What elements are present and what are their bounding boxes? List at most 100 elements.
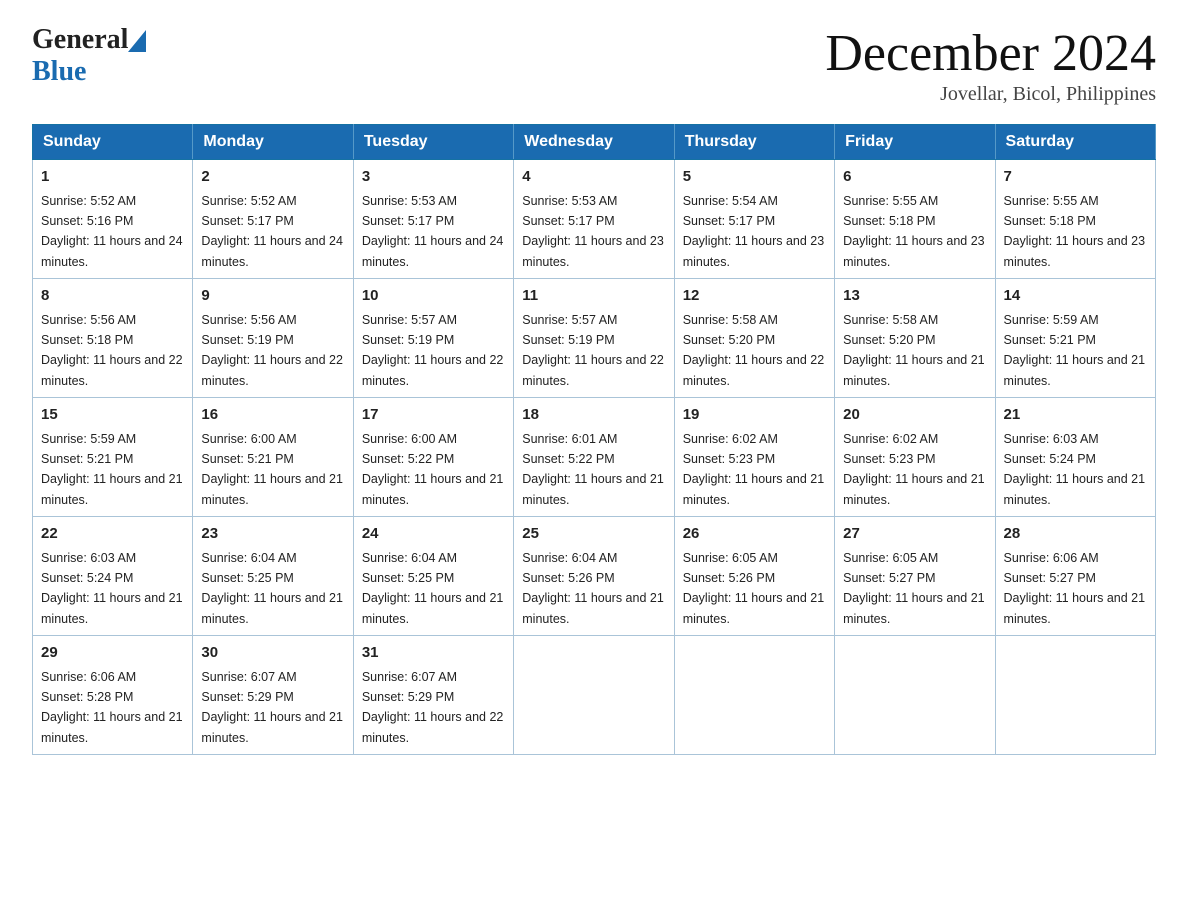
calendar-cell: 18 Sunrise: 6:01 AMSunset: 5:22 PMDaylig… [514,398,674,517]
logo: General Blue [32,24,146,88]
day-number: 7 [1004,166,1147,189]
calendar-week-row: 15 Sunrise: 5:59 AMSunset: 5:21 PMDaylig… [33,398,1156,517]
calendar-cell: 13 Sunrise: 5:58 AMSunset: 5:20 PMDaylig… [835,279,995,398]
day-info: Sunrise: 6:05 AMSunset: 5:26 PMDaylight:… [683,551,825,626]
title-section: December 2024 Jovellar, Bicol, Philippin… [825,24,1156,106]
day-number: 8 [41,285,184,308]
calendar-cell: 30 Sunrise: 6:07 AMSunset: 5:29 PMDaylig… [193,636,353,755]
logo-blue: Blue [32,56,146,88]
calendar-header-row: SundayMondayTuesdayWednesdayThursdayFrid… [33,125,1156,160]
calendar-cell: 5 Sunrise: 5:54 AMSunset: 5:17 PMDayligh… [674,160,834,279]
day-info: Sunrise: 6:06 AMSunset: 5:27 PMDaylight:… [1004,551,1146,626]
calendar-cell: 11 Sunrise: 5:57 AMSunset: 5:19 PMDaylig… [514,279,674,398]
calendar-cell [514,636,674,755]
calendar-week-row: 1 Sunrise: 5:52 AMSunset: 5:16 PMDayligh… [33,160,1156,279]
calendar-cell: 15 Sunrise: 5:59 AMSunset: 5:21 PMDaylig… [33,398,193,517]
day-info: Sunrise: 5:53 AMSunset: 5:17 PMDaylight:… [362,194,504,269]
page-header: General Blue December 2024 Jovellar, Bic… [32,24,1156,106]
day-number: 17 [362,404,505,427]
column-header-wednesday: Wednesday [514,125,674,160]
day-number: 14 [1004,285,1147,308]
day-number: 16 [201,404,344,427]
page-location: Jovellar, Bicol, Philippines [825,83,1156,106]
calendar-cell: 29 Sunrise: 6:06 AMSunset: 5:28 PMDaylig… [33,636,193,755]
page-title: December 2024 [825,24,1156,83]
calendar-cell: 3 Sunrise: 5:53 AMSunset: 5:17 PMDayligh… [353,160,513,279]
calendar-cell: 27 Sunrise: 6:05 AMSunset: 5:27 PMDaylig… [835,517,995,636]
calendar-cell: 10 Sunrise: 5:57 AMSunset: 5:19 PMDaylig… [353,279,513,398]
calendar-cell: 21 Sunrise: 6:03 AMSunset: 5:24 PMDaylig… [995,398,1155,517]
day-number: 2 [201,166,344,189]
day-info: Sunrise: 5:55 AMSunset: 5:18 PMDaylight:… [1004,194,1146,269]
calendar-cell: 2 Sunrise: 5:52 AMSunset: 5:17 PMDayligh… [193,160,353,279]
calendar-cell [995,636,1155,755]
calendar-cell: 9 Sunrise: 5:56 AMSunset: 5:19 PMDayligh… [193,279,353,398]
day-number: 19 [683,404,826,427]
day-info: Sunrise: 6:00 AMSunset: 5:21 PMDaylight:… [201,432,343,507]
day-info: Sunrise: 5:53 AMSunset: 5:17 PMDaylight:… [522,194,664,269]
calendar-cell: 16 Sunrise: 6:00 AMSunset: 5:21 PMDaylig… [193,398,353,517]
logo-general: General [32,24,128,56]
day-info: Sunrise: 6:02 AMSunset: 5:23 PMDaylight:… [683,432,825,507]
day-number: 12 [683,285,826,308]
day-number: 5 [683,166,826,189]
day-info: Sunrise: 5:54 AMSunset: 5:17 PMDaylight:… [683,194,825,269]
day-number: 22 [41,523,184,546]
day-info: Sunrise: 5:59 AMSunset: 5:21 PMDaylight:… [41,432,183,507]
day-info: Sunrise: 6:01 AMSunset: 5:22 PMDaylight:… [522,432,664,507]
calendar-cell: 4 Sunrise: 5:53 AMSunset: 5:17 PMDayligh… [514,160,674,279]
day-info: Sunrise: 6:03 AMSunset: 5:24 PMDaylight:… [1004,432,1146,507]
day-info: Sunrise: 6:07 AMSunset: 5:29 PMDaylight:… [362,670,504,745]
calendar-cell: 7 Sunrise: 5:55 AMSunset: 5:18 PMDayligh… [995,160,1155,279]
column-header-sunday: Sunday [33,125,193,160]
calendar-cell: 20 Sunrise: 6:02 AMSunset: 5:23 PMDaylig… [835,398,995,517]
day-info: Sunrise: 5:55 AMSunset: 5:18 PMDaylight:… [843,194,985,269]
day-number: 11 [522,285,665,308]
calendar-cell: 25 Sunrise: 6:04 AMSunset: 5:26 PMDaylig… [514,517,674,636]
day-number: 4 [522,166,665,189]
day-info: Sunrise: 6:04 AMSunset: 5:25 PMDaylight:… [201,551,343,626]
day-info: Sunrise: 5:58 AMSunset: 5:20 PMDaylight:… [843,313,985,388]
calendar-table: SundayMondayTuesdayWednesdayThursdayFrid… [32,124,1156,755]
day-info: Sunrise: 6:04 AMSunset: 5:26 PMDaylight:… [522,551,664,626]
calendar-cell: 19 Sunrise: 6:02 AMSunset: 5:23 PMDaylig… [674,398,834,517]
calendar-cell: 1 Sunrise: 5:52 AMSunset: 5:16 PMDayligh… [33,160,193,279]
day-info: Sunrise: 6:04 AMSunset: 5:25 PMDaylight:… [362,551,504,626]
day-number: 28 [1004,523,1147,546]
day-number: 13 [843,285,986,308]
day-number: 20 [843,404,986,427]
day-info: Sunrise: 6:02 AMSunset: 5:23 PMDaylight:… [843,432,985,507]
day-number: 29 [41,642,184,665]
column-header-monday: Monday [193,125,353,160]
day-number: 18 [522,404,665,427]
calendar-cell: 17 Sunrise: 6:00 AMSunset: 5:22 PMDaylig… [353,398,513,517]
day-info: Sunrise: 5:57 AMSunset: 5:19 PMDaylight:… [522,313,664,388]
day-number: 15 [41,404,184,427]
day-number: 3 [362,166,505,189]
day-number: 24 [362,523,505,546]
day-info: Sunrise: 5:59 AMSunset: 5:21 PMDaylight:… [1004,313,1146,388]
day-info: Sunrise: 5:52 AMSunset: 5:17 PMDaylight:… [201,194,343,269]
column-header-tuesday: Tuesday [353,125,513,160]
day-number: 1 [41,166,184,189]
column-header-friday: Friday [835,125,995,160]
logo-triangle-icon [128,30,146,52]
calendar-cell: 23 Sunrise: 6:04 AMSunset: 5:25 PMDaylig… [193,517,353,636]
day-info: Sunrise: 6:05 AMSunset: 5:27 PMDaylight:… [843,551,985,626]
day-info: Sunrise: 5:56 AMSunset: 5:18 PMDaylight:… [41,313,183,388]
day-number: 25 [522,523,665,546]
day-info: Sunrise: 5:57 AMSunset: 5:19 PMDaylight:… [362,313,504,388]
day-info: Sunrise: 5:56 AMSunset: 5:19 PMDaylight:… [201,313,343,388]
day-number: 27 [843,523,986,546]
day-number: 10 [362,285,505,308]
day-number: 21 [1004,404,1147,427]
day-info: Sunrise: 6:03 AMSunset: 5:24 PMDaylight:… [41,551,183,626]
calendar-week-row: 8 Sunrise: 5:56 AMSunset: 5:18 PMDayligh… [33,279,1156,398]
column-header-saturday: Saturday [995,125,1155,160]
day-number: 30 [201,642,344,665]
day-number: 9 [201,285,344,308]
column-header-thursday: Thursday [674,125,834,160]
day-number: 23 [201,523,344,546]
day-info: Sunrise: 5:58 AMSunset: 5:20 PMDaylight:… [683,313,825,388]
calendar-cell: 6 Sunrise: 5:55 AMSunset: 5:18 PMDayligh… [835,160,995,279]
